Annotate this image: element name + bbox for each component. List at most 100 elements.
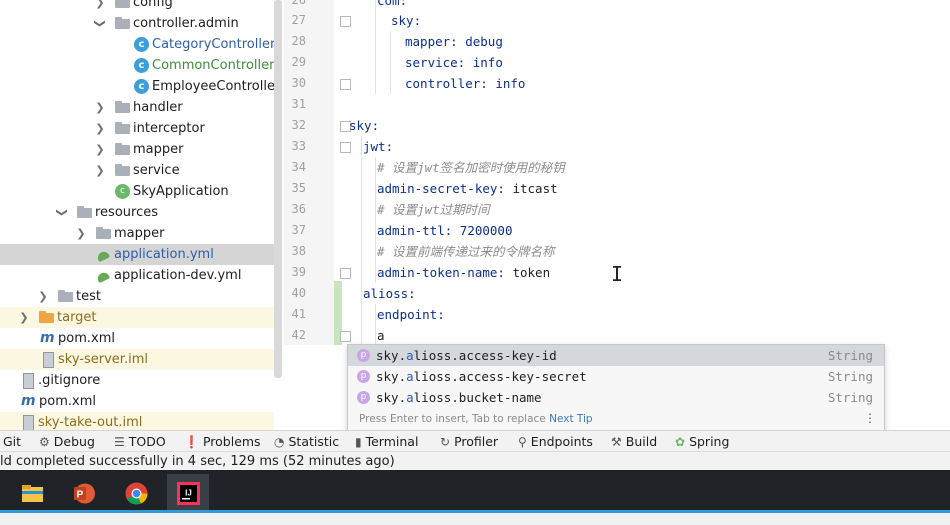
line-number: 31 [291,97,306,111]
status-bar: ld completed successfully in 4 sec, 129 … [0,451,950,471]
line-number: 37 [291,223,306,237]
debug-tool-button[interactable]: ⚙ Debug [39,433,95,451]
tree-item-config[interactable]: ❯ config [0,0,274,13]
tree-item-sky-take-out-iml[interactable]: sky-take-out.iml [0,412,274,430]
completion-prefix: sky. [376,390,407,405]
excluded-folder-icon [39,310,54,325]
maven-icon: m [40,330,55,346]
problems-tool-button[interactable]: ❗ Problems [184,433,261,451]
tree-scrollbar[interactable] [274,0,282,378]
endpoints-tool-button[interactable]: ⚲ Endpoints [518,433,593,451]
chevron-right-icon[interactable]: ❯ [37,286,49,307]
taskbar-bottom-strip [0,513,950,525]
tree-item-employee-controller[interactable]: c EmployeeController [0,76,280,97]
project-tree: ❯ config ❯ controller.admin c CategoryCo… [0,0,284,430]
file-explorer-button[interactable] [11,474,53,514]
completion-rest: lioss.access-key-id [413,348,557,363]
terminal-tool-button[interactable]: ▮ Terminal [355,433,418,451]
class-icon: c [134,37,149,52]
line-number: 33 [291,139,306,153]
tree-item-pom-xml[interactable]: m pom.xml [0,328,274,349]
code-line: controller: info [405,76,526,91]
line-number: 36 [291,202,306,216]
tree-item-target[interactable]: ❯ target [0,307,274,328]
spring-tool-button[interactable]: ✿ Spring [675,433,729,451]
build-tool-button[interactable]: ⚒ Build [611,433,657,451]
tree-item-test[interactable]: ❯ test [0,286,274,307]
chevron-right-icon[interactable]: ❯ [94,0,106,13]
statistic-tool-button[interactable]: ◔ Statistic [274,433,339,451]
spring-boot-class-icon: c [115,184,130,199]
fold-marker[interactable] [340,142,351,153]
chrome-button[interactable] [115,474,157,514]
next-tip-link[interactable]: Next Tip [549,413,592,425]
completion-item[interactable]: p sky.alioss.access-key-id String [348,345,884,366]
indent-guide [361,136,362,346]
code-line-current[interactable]: a [377,325,385,346]
completion-item[interactable]: p sky.alioss.bucket-name String [348,387,884,408]
chevron-right-icon[interactable]: ❯ [94,118,106,139]
tree-item-root-pom-xml[interactable]: m pom.xml [0,391,274,412]
tree-item-sky-application[interactable]: c SkyApplication [0,181,274,202]
tree-item-mapper[interactable]: ❯ mapper [0,139,274,160]
tree-item-gitignore[interactable]: .gitignore [0,370,274,391]
chevron-down-icon[interactable]: ❯ [52,207,73,219]
completion-prefix: sky. [376,369,407,384]
gitignore-file-icon [20,373,35,389]
terminal-icon: ▮ [355,435,362,449]
tree-item-service[interactable]: ❯ service [0,160,274,181]
chevron-right-icon[interactable]: ❯ [18,307,30,328]
fold-marker[interactable] [340,79,351,90]
tree-item-label: test [76,289,101,304]
code-line: jwt: [363,139,394,154]
code-line: service: info [405,55,503,70]
tree-item-resources[interactable]: ❯ resources [0,202,274,223]
fold-marker[interactable] [340,16,351,27]
tool-label: Profiler [454,434,499,449]
completion-item[interactable]: p sky.alioss.access-key-secret String [348,366,884,387]
text-cursor-icon: I [611,262,624,286]
tree-item-controller-admin[interactable]: ❯ controller.admin [0,13,274,34]
todo-tool-button[interactable]: ☰ TODO [114,433,166,451]
tree-item-interceptor[interactable]: ❯ interceptor [0,118,274,139]
tree-item-resources-mapper[interactable]: ❯ mapper [0,223,274,244]
git-tool-button[interactable]: Git [3,433,21,451]
fold-marker[interactable] [340,268,351,279]
code-line: admin-secret-key: itcast [377,181,558,196]
file-explorer-icon [21,482,44,505]
tree-item-label: sky-server.iml [58,352,148,367]
tree-item-application-dev-yml[interactable]: application-dev.yml [0,265,274,286]
folder-icon [58,289,73,304]
code-comment: # 设置前端传递过来的令牌名称 [377,244,555,259]
tree-item-label: pom.xml [39,394,96,409]
tool-label: Endpoints [530,434,593,449]
code-comment: # 设置jwt过期时间 [377,202,490,217]
line-number: 34 [291,160,306,174]
completion-match: a [406,348,414,363]
tree-item-label: mapper [114,226,165,241]
chevron-down-icon[interactable]: ❯ [90,18,111,30]
tree-item-handler[interactable]: ❯ handler [0,97,274,118]
tree-item-label: CategoryController [152,37,276,52]
line-number: 32 [291,118,306,132]
tree-item-sky-server-iml[interactable]: sky-server.iml [0,349,274,370]
fold-marker[interactable] [340,331,351,342]
chevron-right-icon[interactable]: ❯ [94,97,106,118]
folder-icon [115,142,130,157]
powerpoint-icon: P [73,482,96,505]
tree-item-common-controller[interactable]: c CommonController [0,55,275,76]
intellij-button[interactable]: IJ [167,474,209,514]
tree-item-label: controller.admin [133,16,239,31]
tree-item-label: handler [133,100,183,115]
profiler-tool-button[interactable]: ↻ Profiler [440,433,498,451]
tree-item-application-yml[interactable]: application.yml [0,244,274,265]
code-line: sky: [349,118,380,133]
code-line: mapper: debug [405,34,503,49]
chevron-right-icon[interactable]: ❯ [75,223,87,244]
chevron-right-icon[interactable]: ❯ [94,160,106,181]
tree-item-category-controller[interactable]: c CategoryController [0,34,276,55]
powerpoint-button[interactable]: P [63,474,105,514]
folder-icon [115,163,130,178]
more-options-icon[interactable]: ⋮ [864,411,876,425]
chevron-right-icon[interactable]: ❯ [94,139,106,160]
